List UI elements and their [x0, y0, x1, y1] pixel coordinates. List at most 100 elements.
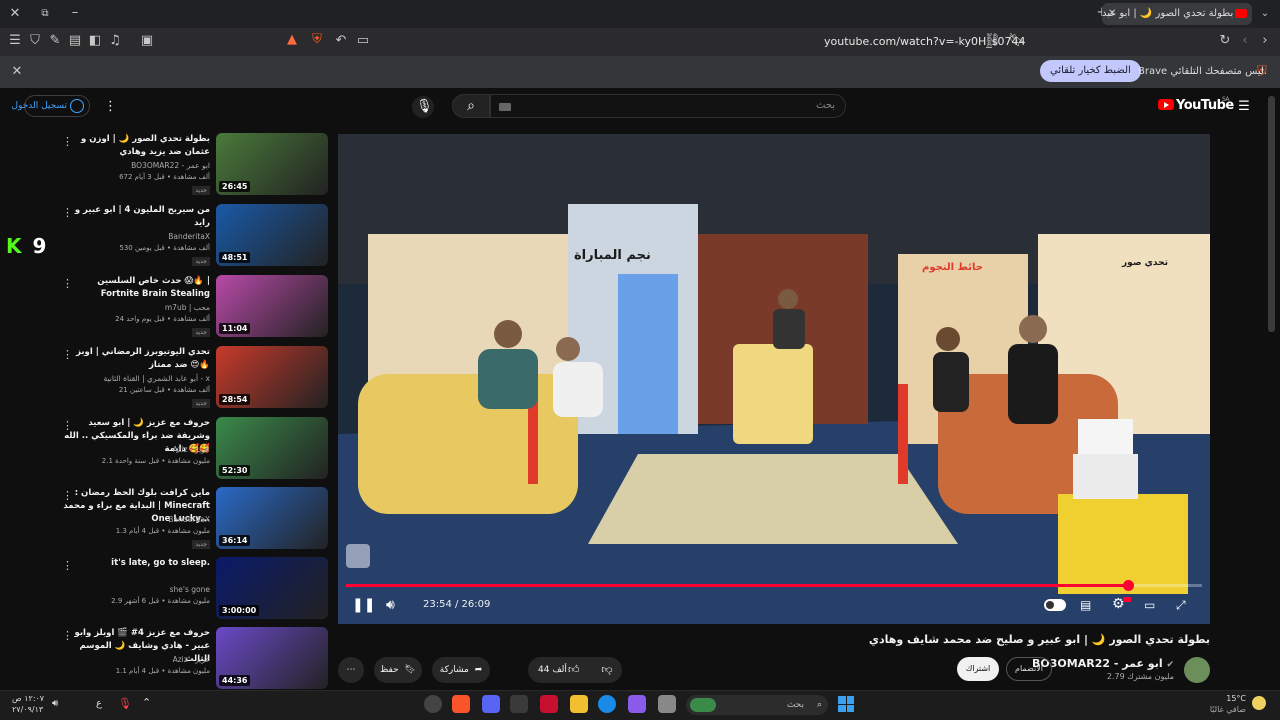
join-button[interactable]: الانضمام [1006, 657, 1052, 681]
recommendation-thumbnail[interactable]: 3:00:00 [216, 557, 328, 619]
recommendation-thumbnail[interactable]: 26:45 [216, 133, 328, 195]
recommendation-channel: Aziz - عزيز [172, 655, 210, 664]
recommendation-thumbnail[interactable]: 52:30 [216, 417, 328, 479]
autoplay-toggle[interactable] [1044, 599, 1066, 611]
weather-temp[interactable]: 15°C [1204, 694, 1246, 703]
clock-date[interactable]: ٢٧/٠٩/١٣ [12, 705, 43, 714]
reload-icon[interactable]: ↻ [1218, 33, 1232, 49]
dislike-button[interactable]: 👎︎ [596, 657, 618, 683]
taskbar-app-acrobat-icon[interactable] [540, 695, 558, 713]
set-default-button[interactable]: الضبط كخيار تلقائي [1040, 60, 1141, 82]
tab-close-icon[interactable]: ✕ [1108, 3, 1116, 25]
tray-chevron-icon[interactable]: ⌃ [142, 696, 151, 709]
tab-search-icon[interactable]: ⌄ [1258, 6, 1272, 22]
progress-bar[interactable] [346, 580, 1202, 591]
pause-icon[interactable]: ❚❚ [352, 597, 375, 613]
recommendation-thumbnail[interactable]: 36:14 [216, 487, 328, 549]
minimize-window-icon[interactable]: – [68, 5, 82, 21]
hamburger-menu-icon[interactable]: ☰ [1236, 99, 1252, 115]
fullscreen-icon[interactable]: ⤢ [1176, 597, 1186, 613]
close-window-icon[interactable]: ✕ [8, 6, 22, 22]
like-button[interactable]: 44 ألف 👍︎ [528, 657, 588, 683]
sign-in-button[interactable]: تسجيل الدخول [12, 95, 90, 117]
recommendation-title: بطولة تحدي الصور 🌙 | اوزن و عثمان ضد يزي… [81, 134, 210, 157]
more-horizontal-icon: ⋯ [346, 665, 356, 675]
weather-moon-icon[interactable] [1252, 696, 1266, 710]
settings-more-icon[interactable]: ⋮ [104, 99, 117, 115]
taskbar-app-edge-icon[interactable] [598, 695, 616, 713]
recommendation-channel: BO3OMAR22 - ابو عمر [131, 161, 210, 170]
youtube-logo[interactable]: YouTube SA [1158, 96, 1234, 113]
taskbar-app-taskview-icon[interactable] [658, 695, 676, 713]
taskbar-app-discord-icon[interactable] [482, 695, 500, 713]
browser-tab-active[interactable]: ✕ بطولة تحدي الصور 🌙 | ابو عبد [1102, 3, 1252, 25]
taskbar-app-explorer-icon[interactable] [570, 695, 588, 713]
share-icon: ➦ [474, 665, 483, 675]
scene-sign-photo-challenge: تحدي صور [1122, 258, 1168, 268]
recommendation-item[interactable]: ⋮ حدث خاص السلسين 😱🔥 | Fortnite Brain Ste… [56, 275, 328, 339]
subtitles-icon[interactable]: ▤ [1080, 597, 1091, 613]
video-player[interactable]: نجم المباراة حائط النجوم تحدي صور [338, 134, 1210, 624]
speaker-icon[interactable]: 🔊︎ [52, 698, 58, 709]
clock-time[interactable]: ١٢:٠٧ ص [12, 694, 44, 703]
recommendation-thumbnail[interactable]: 11:04 [216, 275, 328, 337]
recommendation-item[interactable]: ⋮ حروف مع عزيز 4# 🎬 اوبلز وابو عبير - هاد… [56, 627, 328, 691]
share-button[interactable]: مشاركة ➦ [432, 657, 490, 683]
recommendation-thumbnail[interactable]: 48:51 [216, 204, 328, 266]
wallet-icon[interactable]: ▣ [140, 33, 154, 49]
channel-name[interactable]: BO3OMAR22 - ابو عمر ✔ [1032, 657, 1174, 670]
taskbar-app-brave-icon[interactable] [452, 695, 470, 713]
brave-shields-icon[interactable]: ⛨ [308, 32, 326, 48]
subscribe-button[interactable]: اشتراك [957, 657, 999, 681]
menu-icon[interactable]: ☰ [8, 33, 22, 49]
extensions-icon[interactable]: ✎ [48, 33, 62, 49]
start-button-icon[interactable] [838, 696, 854, 712]
sidebar-icon[interactable]: ◧ [88, 33, 102, 49]
infobar-close-icon[interactable]: ✕ [10, 64, 24, 80]
recommendation-title: من سيربح المليون 4 | ابو عبير و رايد [74, 205, 210, 228]
search-button[interactable]: ⌕ [452, 94, 490, 118]
shield-outline-icon[interactable]: ⛉ [28, 33, 42, 49]
recommendation-title: it's late, go to sleep. [111, 558, 210, 568]
rewards-icon[interactable]: ▲ [284, 32, 300, 48]
forward-icon[interactable]: ‹ [1238, 33, 1252, 49]
recommendation-channel: she's gone [169, 585, 210, 594]
keyboard-icon[interactable] [499, 103, 511, 111]
taskbar-search[interactable]: بحث ⌕ [686, 695, 828, 715]
recommendation-item[interactable]: ⋮ تحدي اليوتيوبرز الرمضاني | اوبز ضد ممتا… [56, 346, 328, 410]
microphone-tray-icon[interactable]: 🎙︎ [118, 697, 132, 710]
search-highlight-icon [690, 698, 716, 712]
taskbar-search-placeholder: بحث [786, 700, 804, 710]
taskbar-app-copilot-icon[interactable] [628, 695, 646, 713]
weather-desc[interactable]: صافي غالبًا [1204, 705, 1246, 714]
taskbar-app-store-icon[interactable] [510, 695, 528, 713]
input-language[interactable]: ع [96, 698, 102, 709]
back-icon[interactable]: › [1258, 33, 1272, 49]
kick-logo: K [6, 234, 22, 258]
duration-badge: 26:45 [219, 181, 251, 192]
more-actions-button[interactable]: ⋯ [338, 657, 364, 683]
voice-search-button[interactable]: 🎙︎ [412, 96, 434, 118]
recommendation-thumbnail[interactable]: 28:54 [216, 346, 328, 408]
recommendation-item[interactable]: ⋮ بطولة تحدي الصور 🌙 | اوزن و عثمان ضد يز… [56, 133, 328, 197]
recommendation-item[interactable]: ⋮ حروف مع عزيز 🌙 | ابو سعيد وشريفة ضد برا… [56, 417, 328, 481]
address-bar[interactable]: youtube.com/watch?v=-ky0H_s0744 [824, 35, 1026, 48]
recommendation-item[interactable]: ⋮ ماين كرافت بلوك الحظ رمضان : البداية مع… [56, 487, 328, 551]
cast-icon[interactable]: ▭ [356, 33, 370, 49]
taskbar-app-obs-icon[interactable] [424, 695, 442, 713]
duration-badge: 3:00:00 [219, 605, 260, 616]
music-icon[interactable]: ♫ [108, 33, 122, 49]
recommendation-stats: 1.3 مليون مشاهدة • قبل 4 أيام [115, 527, 210, 535]
theater-mode-icon[interactable]: ▭ [1144, 597, 1155, 613]
channel-avatar[interactable] [1184, 657, 1210, 683]
recommendation-item[interactable]: ⋮ it's late, go to sleep. she's gone 2.9 مل… [56, 557, 328, 621]
volume-icon[interactable]: 🔊︎ [386, 597, 395, 613]
tabs-icon[interactable]: ▤ [68, 33, 82, 49]
reload-history-icon[interactable]: ↶ [334, 33, 348, 49]
recommendation-item[interactable]: ⋮ من سيربح المليون 4 | ابو عبير و رايد Ban… [56, 204, 328, 268]
save-button[interactable]: حفظ 🔖︎ [374, 657, 422, 683]
recommendation-thumbnail[interactable]: 44:36 [216, 627, 328, 689]
search-input[interactable]: بحث [490, 94, 846, 118]
restore-window-icon[interactable]: ⧉ [38, 6, 52, 22]
page-scrollbar[interactable] [1268, 96, 1275, 332]
